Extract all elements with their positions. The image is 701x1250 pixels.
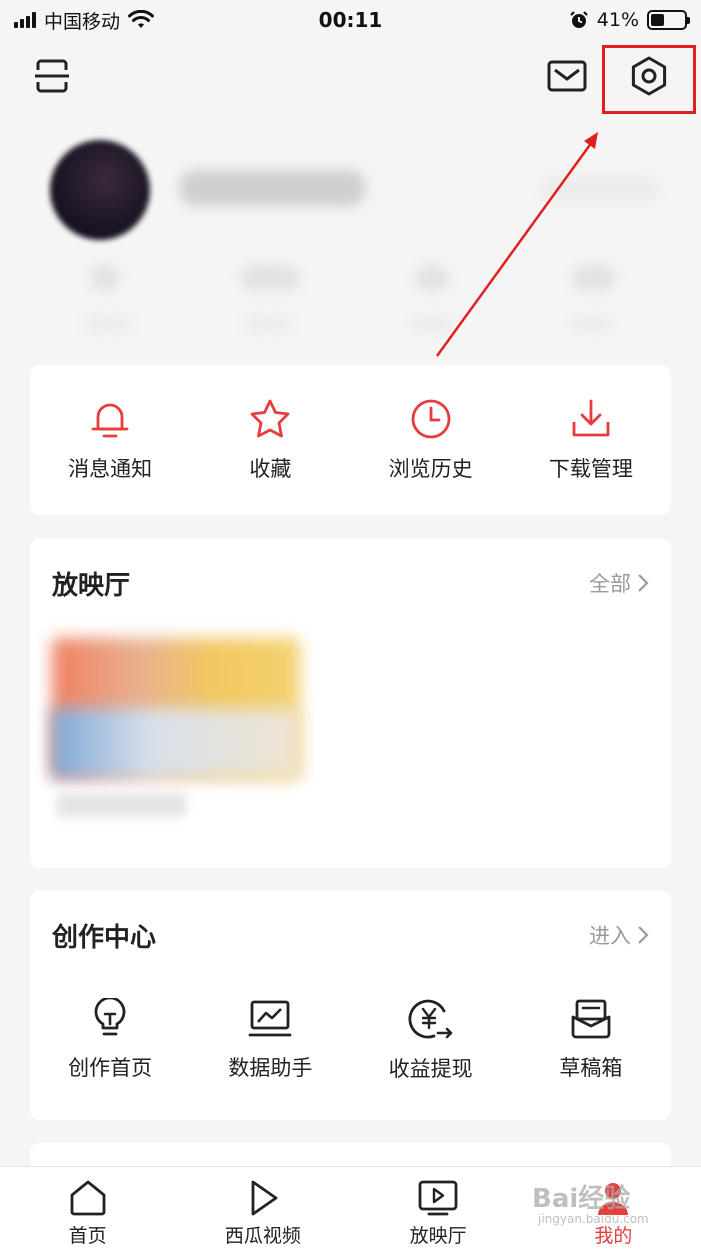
tab-home[interactable]: 首页	[0, 1167, 175, 1250]
watermark-text: Bai经验	[532, 1184, 631, 1214]
arrow-head	[584, 132, 598, 149]
home-icon	[70, 1180, 106, 1216]
tab-label: 西瓜视频	[224, 1225, 301, 1247]
tab-label: 放映厅	[409, 1225, 467, 1247]
play-icon	[251, 1180, 278, 1216]
tab-label: 首页	[68, 1225, 107, 1247]
tab-screening-hall[interactable]: 放映厅	[351, 1167, 526, 1250]
annotation-arrow	[435, 132, 598, 357]
watermark-subtext: jingyan.baidu.com	[538, 1212, 649, 1226]
tab-xigua-video[interactable]: 西瓜视频	[175, 1167, 350, 1250]
tv-play-icon	[418, 1180, 458, 1216]
